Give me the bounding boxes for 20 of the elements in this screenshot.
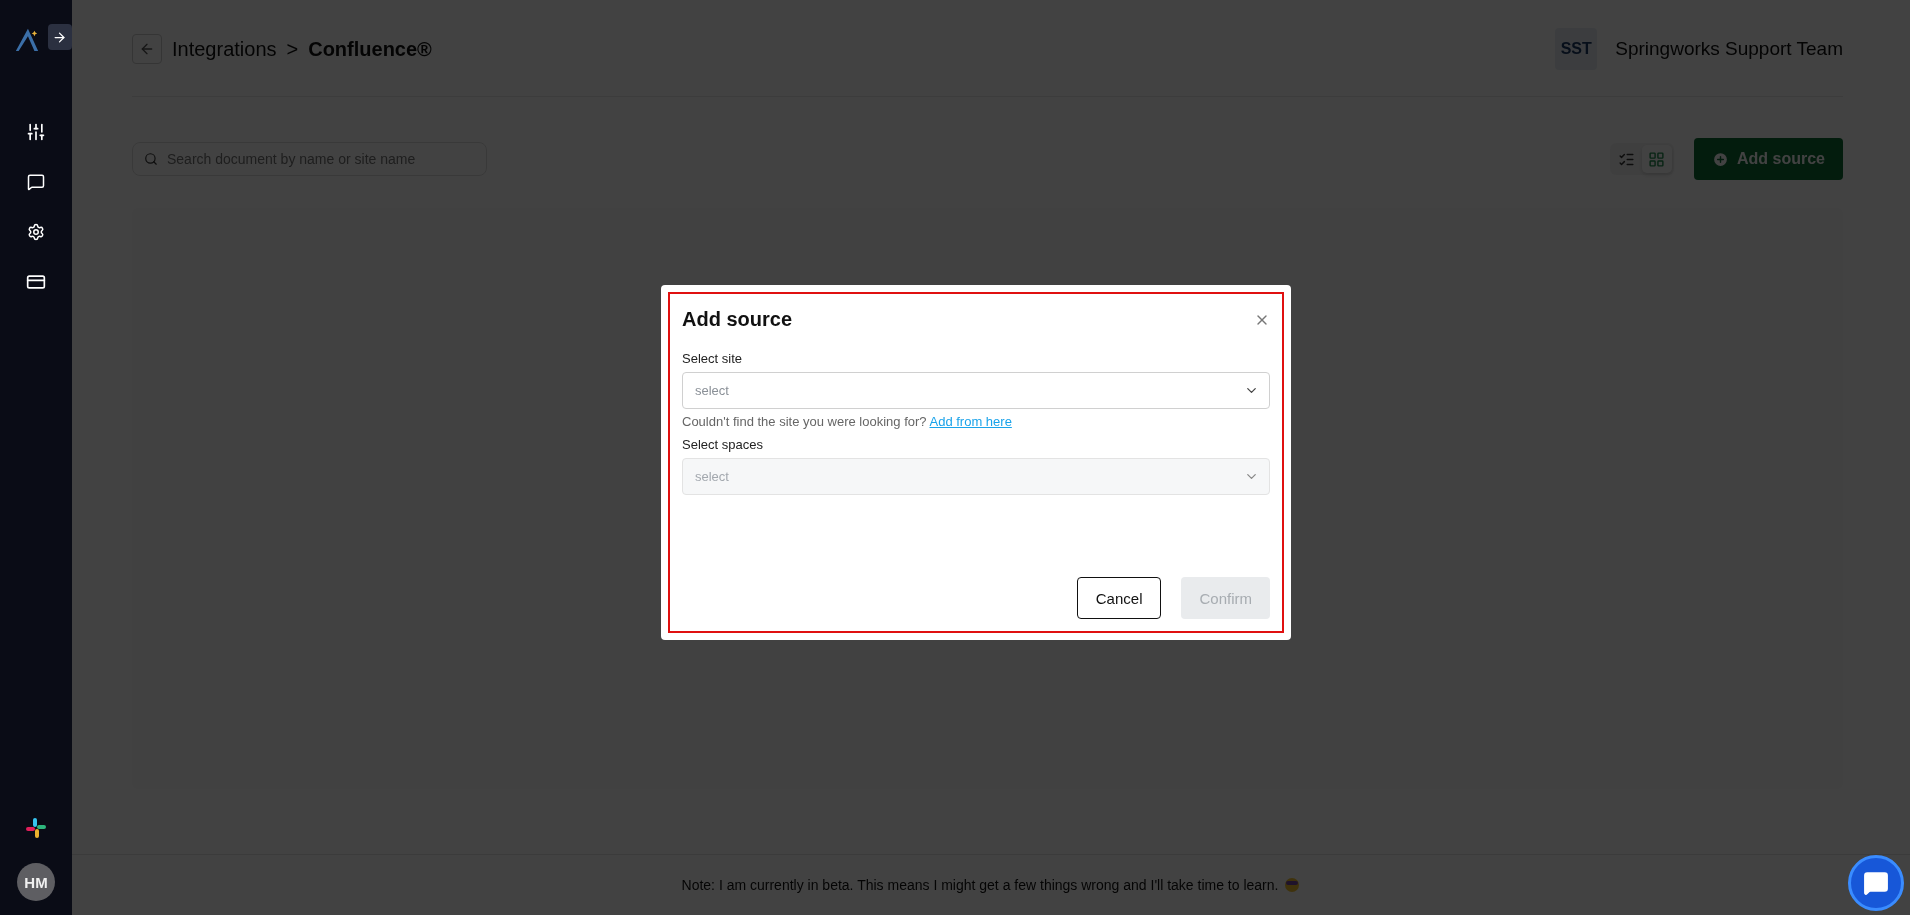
card-icon bbox=[26, 272, 46, 292]
sliders-icon bbox=[26, 122, 46, 142]
arrow-right-icon bbox=[52, 29, 68, 45]
add-from-here-link[interactable]: Add from here bbox=[929, 414, 1012, 429]
slack-icon[interactable] bbox=[25, 817, 47, 839]
expand-button[interactable] bbox=[47, 24, 72, 50]
chat-bubble-icon bbox=[1863, 870, 1889, 896]
field-label: Select site bbox=[682, 351, 743, 366]
team-name: Springworks Support Team bbox=[1615, 38, 1843, 60]
breadcrumb-separator: > bbox=[286, 37, 299, 61]
breadcrumb-link[interactable]: Integrations bbox=[172, 37, 277, 61]
field-label: Select spaces bbox=[682, 437, 764, 452]
helper-text: Couldn't find the site you were looking for? Add from here bbox=[682, 414, 1013, 429]
dialog-title: Add source bbox=[682, 308, 793, 331]
cancel-button[interactable]: Cancel bbox=[1076, 577, 1162, 619]
select-dropdown[interactable]: select bbox=[682, 372, 1270, 409]
user-avatar[interactable]: HM bbox=[17, 863, 55, 901]
settings-icon bbox=[27, 223, 45, 241]
page-title: Confluence® bbox=[308, 37, 432, 61]
chat-icon bbox=[27, 173, 45, 191]
